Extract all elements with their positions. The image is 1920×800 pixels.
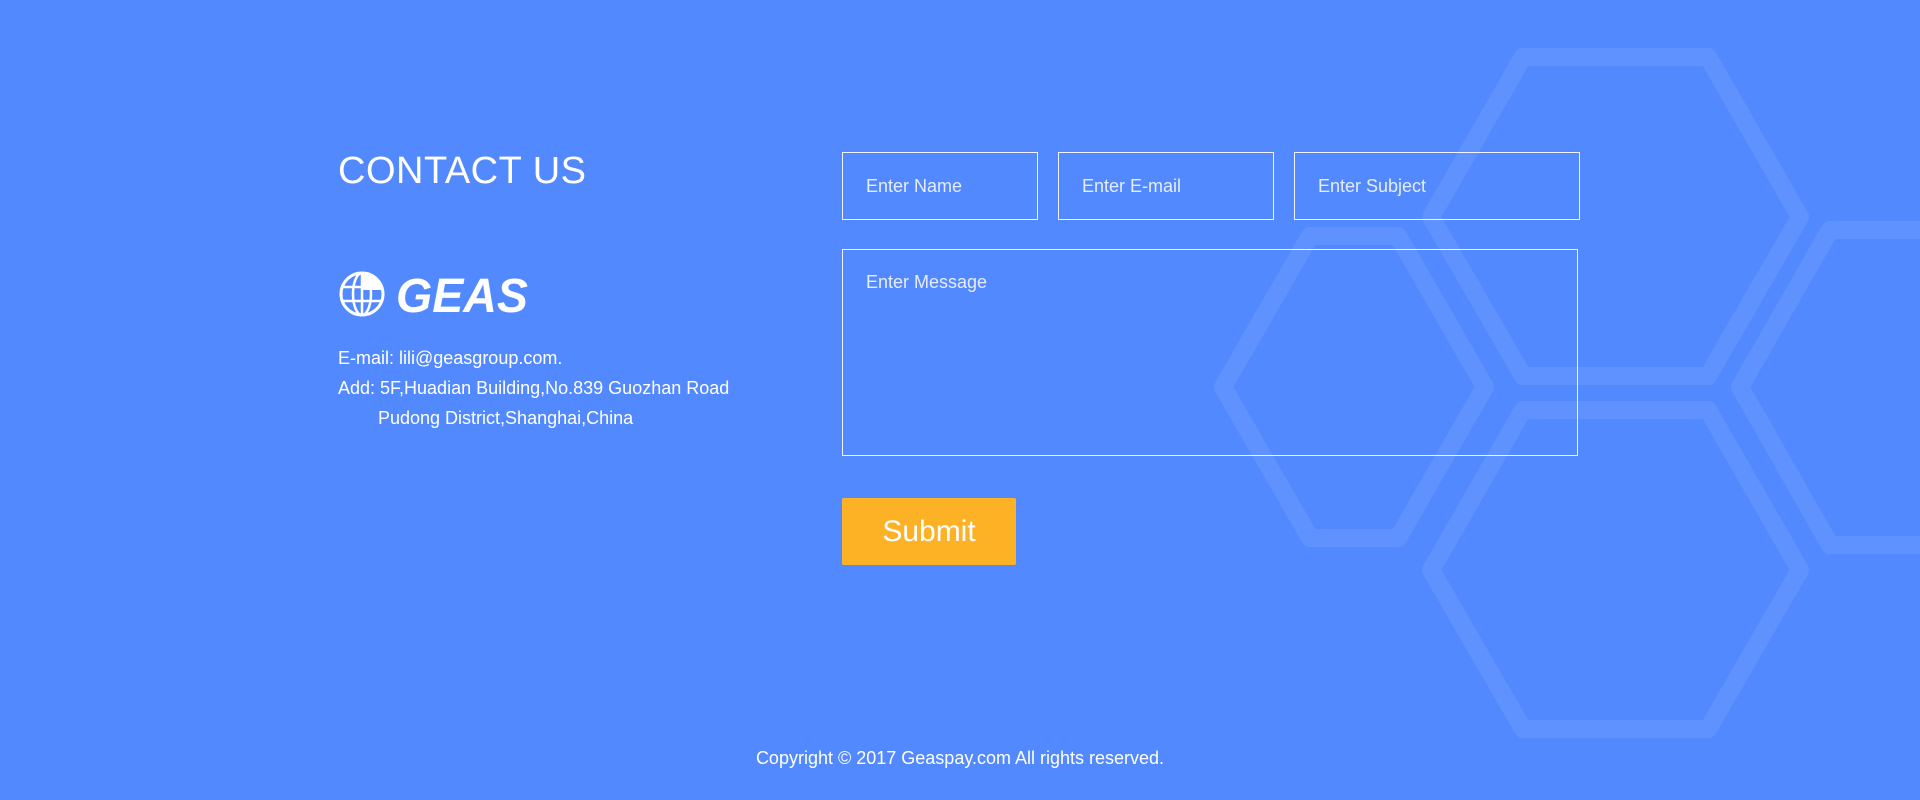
email-input[interactable] xyxy=(1058,152,1274,220)
copyright-text: Copyright © 2017 Geaspay.com All rights … xyxy=(755,748,1165,768)
hexagon-shape xyxy=(1422,401,1809,738)
name-input[interactable] xyxy=(842,152,1038,220)
address-line: Add: 5F,Huadian Building,No.839 Guozhan … xyxy=(338,378,730,398)
address-line-continued: Pudong District,Shanghai,China xyxy=(378,408,634,428)
globe-icon xyxy=(339,271,385,317)
submit-button[interactable]: Submit xyxy=(842,498,1016,565)
email-line: E-mail: lili@geasgroup.com. xyxy=(338,348,563,368)
contact-us-heading: CONTACT US xyxy=(338,150,587,192)
message-textarea[interactable] xyxy=(842,249,1578,456)
geas-wordmark: GEAS xyxy=(396,270,528,318)
geas-logo: GEAS xyxy=(338,270,528,318)
hexagon-shape xyxy=(1731,221,1920,554)
subject-input[interactable] xyxy=(1294,152,1580,220)
svg-text:GEAS: GEAS xyxy=(396,270,528,318)
contact-info: E-mail: lili@geasgroup.com. Add: 5F,Huad… xyxy=(338,343,729,433)
